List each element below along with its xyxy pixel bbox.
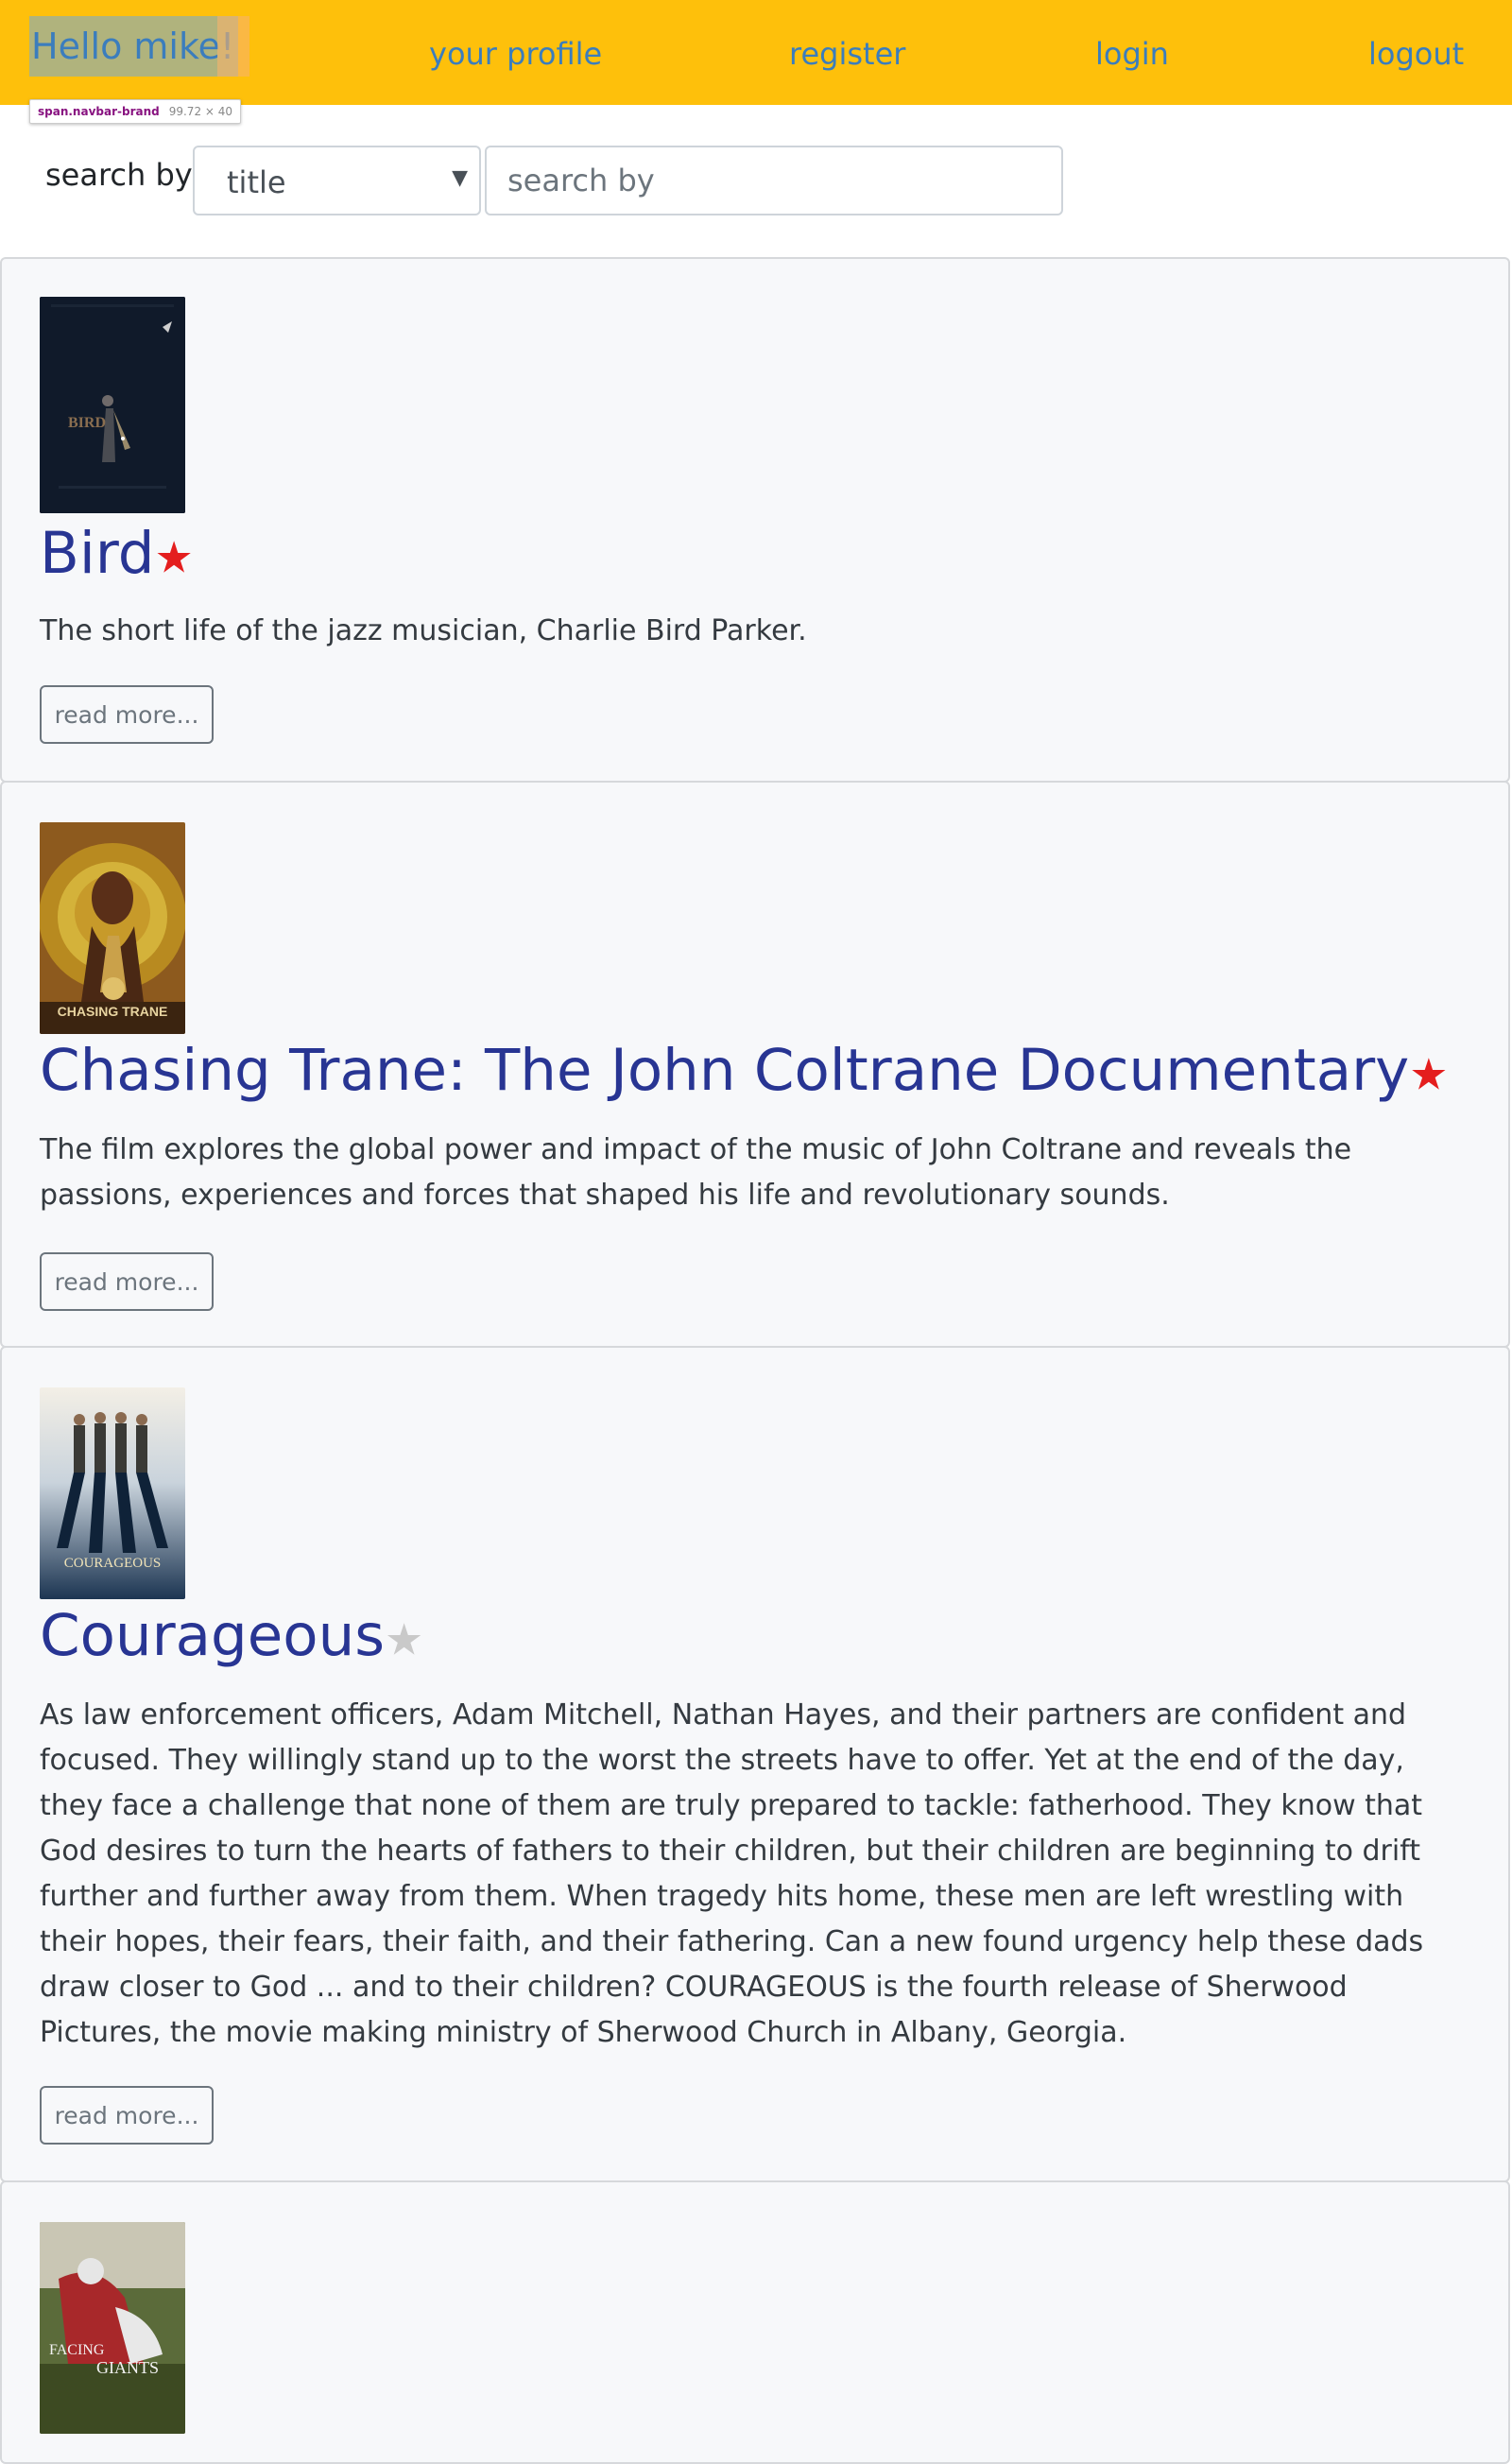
movie-title-text: Bird (40, 520, 155, 587)
facing-giants-poster[interactable]: FACING GIANTS (40, 2222, 185, 2434)
search-field-select[interactable]: title ▼ (193, 146, 481, 215)
nav-link-your-profile[interactable]: your profile (429, 28, 602, 79)
favorite-star-icon[interactable]: ★ (1409, 1048, 1448, 1099)
bird-poster[interactable]: BIRD (40, 297, 185, 513)
svg-text:BIRD: BIRD (68, 415, 106, 431)
movie-description: The film explores the global power and i… (40, 1133, 1352, 1212)
devtools-selector: span.navbar-brand (38, 105, 160, 118)
movie-title[interactable]: Bird★ (40, 519, 194, 592)
read-more-button[interactable]: read more... (40, 685, 214, 744)
favorite-star-icon[interactable]: ★ (385, 1613, 423, 1664)
caret-down-icon: ▼ (452, 166, 468, 190)
search-label: search by: (45, 157, 201, 193)
search-field-select-value: title (227, 164, 286, 200)
nav-link-logout[interactable]: logout (1368, 28, 1464, 79)
navbar: Hello mike! your profile register login … (0, 0, 1512, 124)
movie-title-text: Courageous (40, 1602, 386, 1669)
movie-description: As law enforcement officers, Adam Mitche… (40, 1698, 1424, 2049)
navbar-brand[interactable]: Hello mike! (29, 16, 239, 77)
movie-card: BIRD Bird★ The short life of the jazz mu… (0, 257, 1510, 783)
courageous-poster[interactable]: COURAGEOUS (40, 1387, 185, 1599)
movie-card: COURAGEOUS Courageous★ As law enforcemen… (0, 1346, 1510, 2182)
read-more-button[interactable]: read more... (40, 2086, 214, 2145)
movie-title[interactable]: Chasing Trane: The John Coltrane Documen… (40, 1036, 1449, 1109)
search-input[interactable] (485, 146, 1063, 215)
movie-description: The short life of the jazz musician, Cha… (40, 614, 807, 647)
movie-card: CHASING TRANE Chasing Trane: The John Co… (0, 781, 1510, 1348)
movie-title-text: Chasing Trane: The John Coltrane Documen… (40, 1037, 1410, 1104)
favorite-star-icon[interactable]: ★ (155, 531, 194, 582)
poster-caption: CHASING TRANE (58, 1004, 168, 1019)
movie-card: FACING GIANTS (0, 2180, 1510, 2464)
movie-title[interactable]: Courageous★ (40, 1601, 423, 1674)
poster-caption-2: GIANTS (96, 2358, 159, 2377)
poster-caption: COURAGEOUS (64, 1556, 162, 1571)
nav-link-register[interactable]: register (789, 28, 905, 79)
read-more-button[interactable]: read more... (40, 1252, 214, 1311)
devtools-highlight-padding (217, 16, 249, 77)
nav-link-login[interactable]: login (1095, 28, 1169, 79)
devtools-tooltip: span.navbar-brand 99.72 × 40 (29, 99, 242, 124)
poster-caption-1: FACING (49, 2342, 105, 2358)
chasing-trane-poster[interactable]: CHASING TRANE (40, 822, 185, 1034)
devtools-size: 99.72 × 40 (168, 105, 233, 118)
